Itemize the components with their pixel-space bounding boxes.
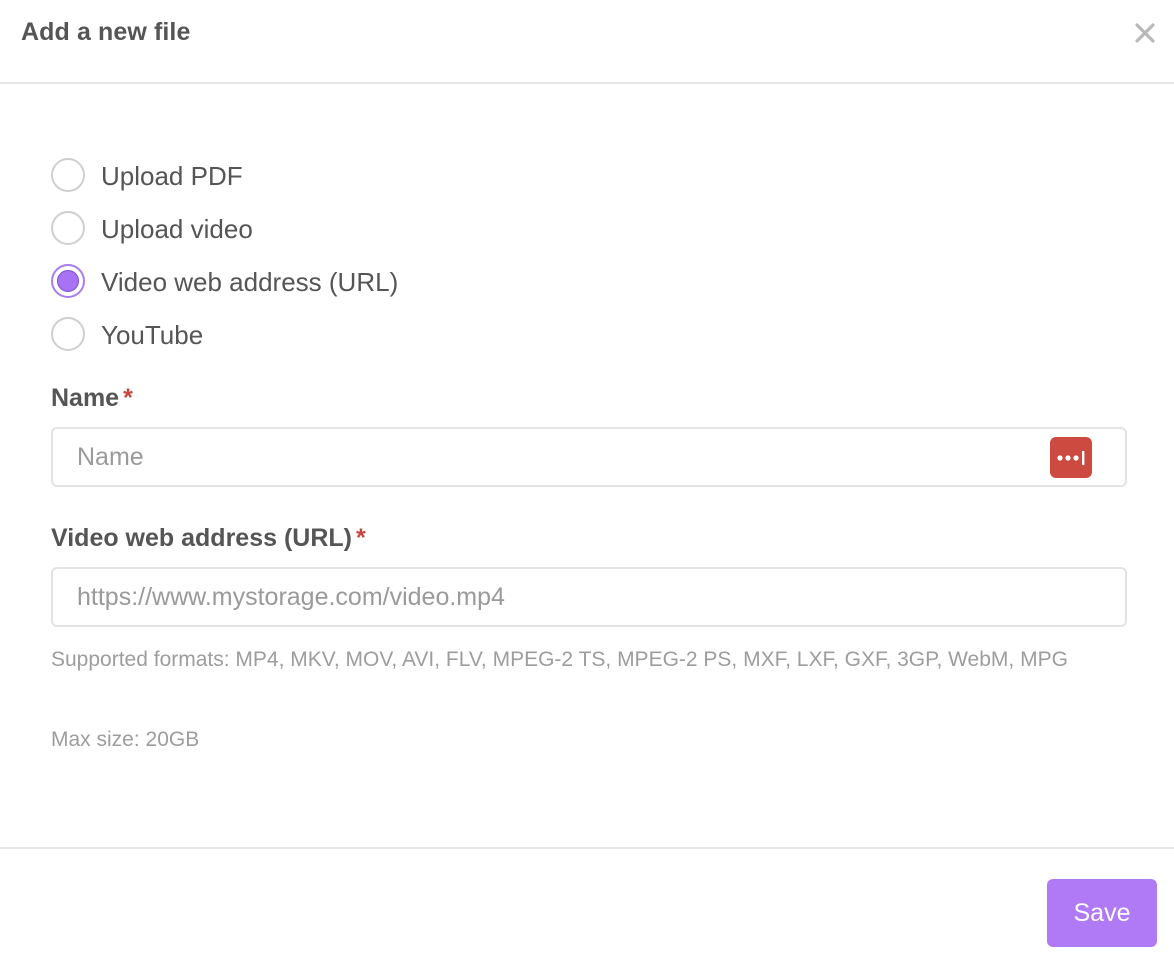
close-button[interactable] [1132,20,1158,46]
password-manager-icon[interactable] [1050,437,1092,478]
max-size-text: Max size: 20GB [51,728,200,751]
dialog-header: Add a new file [0,0,1174,84]
dialog-title: Add a new file [21,18,191,46]
radio-option-upload-pdf[interactable]: Upload PDF [51,148,398,201]
url-required-mark: * [356,524,366,552]
name-field-label: Name * [51,384,133,413]
radio-button-youtube[interactable] [51,316,85,351]
close-icon [1132,20,1158,46]
radio-label-video-url: Video web address (URL) [101,267,399,297]
radio-option-upload-video[interactable]: Upload video [51,201,398,254]
name-input[interactable] [51,427,1127,487]
video-url-input[interactable] [51,567,1127,627]
name-label-text: Name [51,384,120,412]
save-button[interactable]: Save [1047,879,1157,947]
url-label-text: Video web address (URL) [51,524,352,552]
radio-button-video-url[interactable] [51,263,85,298]
file-type-radio-group: Upload PDF Upload video Video web addres… [51,148,398,360]
supported-formats-text: Supported formats: MP4, MKV, MOV, AVI, F… [51,648,1068,671]
radio-label-upload-pdf: Upload PDF [101,161,243,191]
radio-button-upload-video[interactable] [51,210,85,245]
footer-divider [0,847,1174,849]
name-required-mark: * [123,384,133,412]
radio-button-upload-pdf[interactable] [51,157,85,192]
radio-label-upload-video: Upload video [101,214,253,244]
add-file-dialog: Add a new file Upload PDF Upload video V… [0,0,1174,966]
radio-option-youtube[interactable]: YouTube [51,307,398,360]
radio-option-video-url[interactable]: Video web address (URL) [51,254,398,307]
url-field-label: Video web address (URL) * [51,524,366,553]
radio-label-youtube: YouTube [101,320,204,350]
